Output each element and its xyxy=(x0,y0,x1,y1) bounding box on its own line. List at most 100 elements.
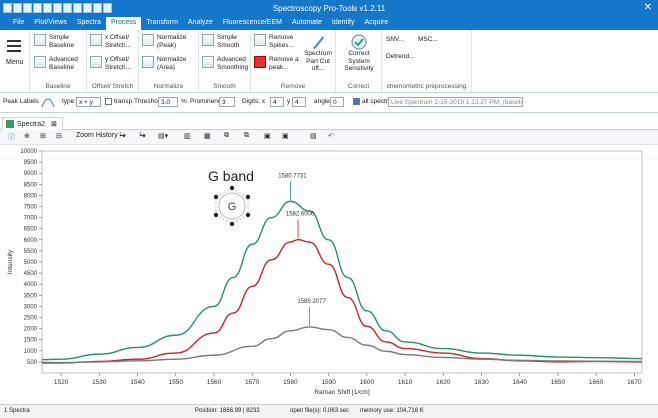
normalize-peak-button[interactable]: Normalize (Peak) xyxy=(142,34,197,49)
print-chart-icon[interactable]: ▣ xyxy=(282,132,289,140)
x-tick-label: 1540 xyxy=(130,379,145,386)
axis-scale-icon[interactable]: ┕▾ xyxy=(138,132,146,140)
remove-spikes-icon xyxy=(254,34,266,46)
digits-x-input[interactable]: 4 xyxy=(270,97,284,107)
y-tick-label: 2000 xyxy=(24,327,38,333)
y-tick-label: 6000 xyxy=(24,238,38,244)
annotation-handle xyxy=(245,194,251,200)
simple-baseline-button[interactable]: Simple Baseline xyxy=(34,34,84,49)
y-tick-label: 7500 xyxy=(24,205,38,211)
x-tick-label: 1670 xyxy=(627,379,642,386)
advanced-smoothing-button[interactable]: Advanced Smoothing xyxy=(202,56,250,71)
y-tick-label: 500 xyxy=(27,360,38,366)
prominence-input[interactable]: 3 xyxy=(219,97,235,107)
spectrum-chart[interactable]: 500 1000 1500 2000 2500 3000 3500 4000 4500 5000 5… xyxy=(0,145,658,405)
x-tick-label: 1560 xyxy=(207,379,222,386)
y-tick-label: 5500 xyxy=(24,249,38,255)
close-icon[interactable]: ✕ xyxy=(644,2,652,13)
x-tick-label: 1550 xyxy=(169,379,184,386)
layout-icon[interactable]: ▥ xyxy=(184,132,191,140)
annotation-handle xyxy=(245,212,251,218)
chemometric-group-label: chemometric preprocessing xyxy=(386,83,467,90)
menu-plot-views[interactable]: Plot/Views xyxy=(29,17,72,30)
x-tick-label: 1640 xyxy=(512,379,527,386)
baseline-advanced-icon xyxy=(34,56,46,68)
msc-button[interactable]: MSC... xyxy=(418,36,438,44)
x-tick-label: 1650 xyxy=(551,379,566,386)
y-offset-button[interactable]: y Offset/ Stretch... xyxy=(90,56,138,71)
save-chart-icon[interactable]: ▤ xyxy=(310,132,317,140)
digits-y-label: y xyxy=(287,98,291,105)
menu-fluorescence-eem[interactable]: Fluorescence/EEM xyxy=(218,17,287,30)
peak-label: 1585 2077 xyxy=(297,299,326,305)
export-image-icon[interactable]: ▣ xyxy=(264,132,271,140)
zoom-icon[interactable]: ⊕ xyxy=(24,132,30,140)
chart-svg[interactable]: 500 1000 1500 2000 2500 3000 3500 4000 4500 5000 5… xyxy=(0,145,658,405)
type-label: type: xyxy=(62,98,77,105)
paste-chart-icon[interactable]: ⧉ xyxy=(244,132,249,140)
chart-type-icon[interactable]: ▤▾ xyxy=(158,132,168,140)
x-tick-label: 1630 xyxy=(474,379,489,386)
type-select[interactable]: x + y xyxy=(76,97,101,107)
detrend-button[interactable]: Detrend... xyxy=(386,53,415,61)
x-tick-label: 1570 xyxy=(245,379,260,386)
y-tick-label: 6500 xyxy=(24,227,38,233)
menu-analyze[interactable]: Analyze xyxy=(183,17,218,30)
all-spectra-checkbox[interactable] xyxy=(353,98,360,105)
baseline-icon xyxy=(34,34,46,46)
menu-identify[interactable]: Identify xyxy=(327,17,360,30)
correct-system-sensitivity-button[interactable]: Correct System Sensitivity xyxy=(338,34,380,73)
tab-close-icon[interactable]: ⊠ xyxy=(51,121,57,128)
x-tick-label: 1600 xyxy=(360,379,375,386)
normalize-group: Normalize (Peak) Normalize (Area) Normal… xyxy=(139,30,199,93)
undo-icon[interactable]: ↶ xyxy=(328,132,334,140)
peak-label-icon[interactable] xyxy=(40,95,56,109)
copy-chart-icon[interactable]: ⧉ xyxy=(224,132,229,140)
remove-peak-button[interactable]: Remove a peak... xyxy=(254,56,302,71)
menu-file[interactable]: File xyxy=(8,17,29,30)
zoom-reset-icon[interactable]: ⊟ xyxy=(56,132,62,140)
smooth-icon xyxy=(202,34,214,46)
menu-button[interactable]: Menu xyxy=(6,38,24,66)
correct-group-label: Correct xyxy=(347,83,370,90)
percent-label: % xyxy=(181,98,187,105)
info-icon[interactable]: ⓘ xyxy=(8,132,15,142)
menu-automate[interactable]: Automate xyxy=(287,17,327,30)
advanced-baseline-button[interactable]: Advanced Baseline xyxy=(34,56,84,71)
plot-area xyxy=(41,150,643,374)
tab-spectra2[interactable]: Spectra2 ⊠ xyxy=(2,117,63,130)
zoom-history-button[interactable]: Zoom History xyxy=(76,132,118,139)
normalize-peak-icon xyxy=(142,34,154,46)
snv-button[interactable]: SNV... xyxy=(386,36,404,44)
hamburger-icon xyxy=(7,40,21,52)
remove-spikes-button[interactable]: Remove Spikes... xyxy=(254,34,302,49)
axis-options-icon[interactable]: ┕▾ xyxy=(118,132,126,140)
y-tick-label: 2500 xyxy=(24,316,38,322)
x-tick-label: 1580 xyxy=(283,379,298,386)
x-axis-label: Raman Shift [1/cm] xyxy=(314,389,369,396)
y-tick-label: 1500 xyxy=(24,338,38,344)
peak-label: 1580 7731 xyxy=(278,173,307,179)
y-tick-label: 5000 xyxy=(24,260,38,266)
status-bar: 1 Spectra Position: 1666.99 | 8233 open … xyxy=(0,404,658,418)
menu-acquire[interactable]: Acquire xyxy=(360,17,394,30)
x-offset-button[interactable]: x Offset/ Stretch... xyxy=(90,34,138,49)
zoom-fit-icon[interactable]: ⊞ xyxy=(40,132,46,140)
smooth-advanced-icon xyxy=(202,56,214,68)
chemometric-group: SNV... MSC... Detrend... chemometric pre… xyxy=(382,30,472,93)
smooth-group: Simple Smooth Advanced Smoothing Smooth xyxy=(199,30,251,93)
spectrum-part-cut-button[interactable]: Spectrum Part Cut off... xyxy=(303,34,333,73)
y-tick-label: 9000 xyxy=(24,171,38,177)
digits-y-input[interactable]: 4 xyxy=(292,97,306,107)
threshold-input[interactable]: 3.0 xyxy=(158,97,178,107)
angle-input[interactable]: 0 xyxy=(330,97,344,107)
normalize-area-button[interactable]: Normalize (Area) xyxy=(142,56,197,71)
menu-spectra[interactable]: Spectra xyxy=(72,17,106,30)
title-bar: Spectroscopy Pro-Tools v1.2.11 ✕ xyxy=(0,0,658,17)
menu-process[interactable]: Process xyxy=(105,17,142,30)
menu-transform[interactable]: Transform xyxy=(141,17,183,30)
transp-checkbox[interactable] xyxy=(105,98,112,105)
split-icon[interactable]: ▦ xyxy=(204,132,211,140)
spectrum-dropdown[interactable]: Live Spectrum 2-15-2019 1:13:27 PM, (bas… xyxy=(388,97,523,107)
simple-smooth-button[interactable]: Simple Smooth xyxy=(202,34,250,49)
